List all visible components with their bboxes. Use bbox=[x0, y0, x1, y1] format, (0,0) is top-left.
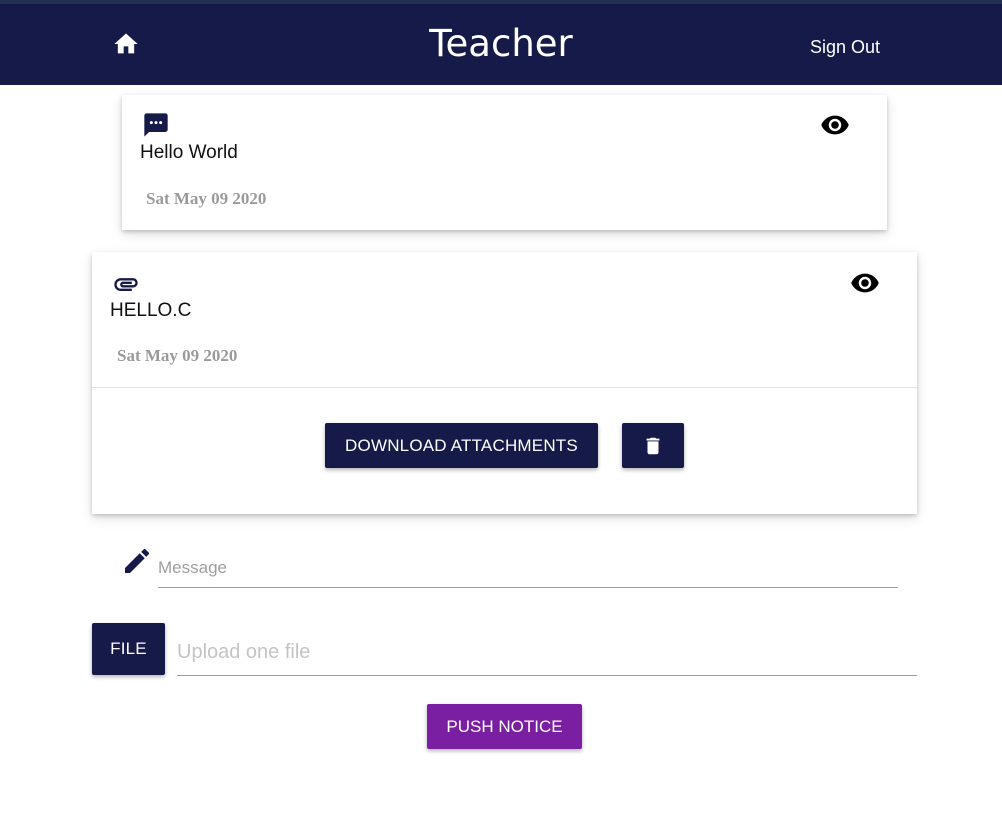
upload-file-input[interactable] bbox=[177, 630, 917, 676]
home-icon bbox=[114, 33, 138, 54]
app-header: Teacher Sign Out bbox=[0, 0, 1002, 85]
push-notice-button[interactable]: PUSH NOTICE bbox=[427, 704, 582, 749]
notice-card: HELLO.C Sat May 09 2020 DOWNLOAD ATTACHM… bbox=[92, 252, 917, 514]
trash-icon bbox=[646, 437, 660, 454]
chat-icon bbox=[144, 113, 168, 137]
eye-icon bbox=[821, 115, 849, 135]
sign-out-button[interactable]: Sign Out bbox=[810, 37, 880, 58]
home-button[interactable] bbox=[112, 30, 140, 58]
notice-title: Hello World bbox=[140, 142, 238, 163]
pencil-icon bbox=[125, 548, 150, 573]
message-input[interactable] bbox=[158, 548, 898, 588]
notice-title: HELLO.C bbox=[110, 300, 192, 321]
file-button[interactable]: FILE bbox=[92, 623, 165, 675]
notice-card: Hello World Sat May 09 2020 bbox=[122, 95, 887, 230]
delete-button[interactable] bbox=[622, 423, 684, 468]
eye-icon bbox=[851, 273, 879, 293]
view-button[interactable] bbox=[850, 268, 880, 298]
view-button[interactable] bbox=[820, 110, 850, 140]
download-attachments-button[interactable]: DOWNLOAD ATTACHMENTS bbox=[325, 423, 598, 468]
attachment-icon bbox=[114, 278, 138, 291]
card-divider bbox=[92, 387, 917, 388]
notice-date: Sat May 09 2020 bbox=[146, 189, 267, 208]
notice-date: Sat May 09 2020 bbox=[117, 346, 238, 365]
